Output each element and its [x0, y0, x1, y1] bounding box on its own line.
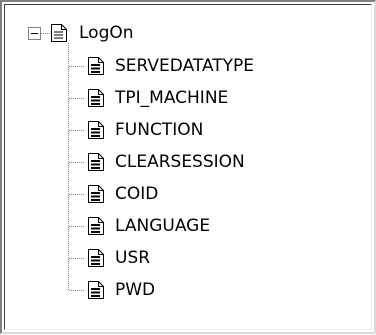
tree-node-child[interactable]: SERVEDATATYPE — [85, 54, 345, 78]
document-icon — [51, 24, 67, 42]
tree-node-child[interactable]: CLEARSESSION — [85, 150, 345, 174]
tree-node-label: PWD — [115, 280, 156, 300]
tree-node-label: FUNCTION — [115, 120, 204, 140]
tree-node-root[interactable]: LogOn — [25, 21, 145, 45]
tree-node-label: COID — [115, 184, 159, 204]
tree-view[interactable]: LogOn SERVEDATATYPE TPI_MACHINE FUNCTION… — [4, 4, 372, 330]
tree-node-child[interactable]: COID — [85, 182, 345, 206]
tree-view-frame: LogOn SERVEDATATYPE TPI_MACHINE FUNCTION… — [0, 0, 376, 334]
document-icon — [88, 121, 104, 139]
collapse-toggle-icon[interactable] — [28, 27, 41, 40]
tree-node-label: SERVEDATATYPE — [115, 56, 255, 76]
tree-node-label: CLEARSESSION — [115, 152, 245, 172]
document-icon — [88, 57, 104, 75]
document-icon — [88, 185, 104, 203]
tree-node-child[interactable]: PWD — [85, 278, 345, 302]
tree-node-child[interactable]: FUNCTION — [85, 118, 345, 142]
document-icon — [88, 89, 104, 107]
tree-node-label: USR — [115, 248, 151, 268]
document-icon — [88, 281, 104, 299]
document-icon — [88, 153, 104, 171]
tree-node-label: LANGUAGE — [115, 216, 211, 236]
tree-node-child[interactable]: LANGUAGE — [85, 214, 345, 238]
tree-node-child[interactable]: USR — [85, 246, 345, 270]
document-icon — [88, 217, 104, 235]
tree-node-label: TPI_MACHINE — [115, 88, 229, 108]
tree-node-child[interactable]: TPI_MACHINE — [85, 86, 345, 110]
tree-node-label: LogOn — [79, 23, 134, 43]
document-icon — [88, 249, 104, 267]
